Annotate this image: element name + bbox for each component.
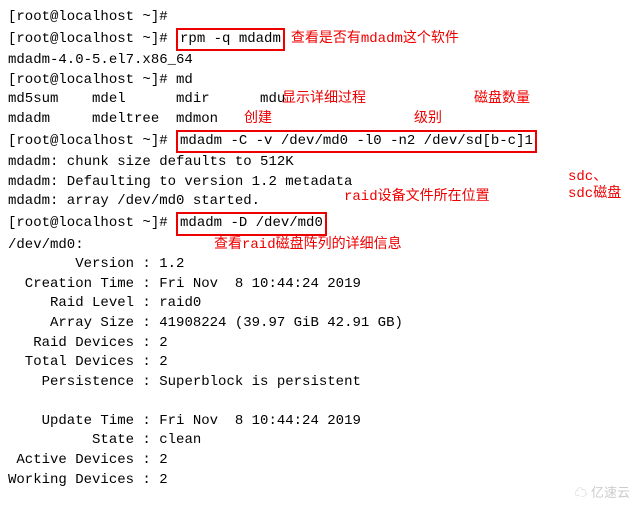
mdadm-output-version: mdadm: Defaulting to version 1.2 metadat… — [8, 174, 352, 190]
boxed-command-rpm: rpm -q mdadm — [176, 28, 285, 52]
terminal-output: md5sum mdel mdir mdu显示详细过程 磁盘数量 — [8, 90, 630, 110]
terminal-output: mdadm: array /dev/md0 started.raid设备文件所在… — [8, 192, 630, 212]
annotation-raid-location: raid设备文件所在位置 — [344, 188, 490, 208]
detail-value: 2 — [159, 472, 167, 488]
detail-label: Update Time : — [8, 413, 159, 429]
terminal-line: [root@localhost ~]# mdadm -D /dev/md0 — [8, 212, 630, 236]
terminal-line: [root@localhost ~]# rpm -q mdadm 查看是否有mda… — [8, 28, 630, 52]
prompt: [root@localhost ~]# — [8, 215, 176, 231]
detail-label: Total Devices : — [8, 354, 159, 370]
annotation-verbose: 显示详细过程 — [282, 90, 366, 110]
detail-value: 2 — [159, 335, 167, 351]
terminal-output: mdadm mdeltree mdmon 创建 级别 — [8, 110, 630, 130]
detail-row-update-time: Update Time : Fri Nov 8 10:44:24 2019 — [8, 412, 630, 432]
detail-value: 2 — [159, 354, 167, 370]
detail-label: Creation Time : — [8, 276, 159, 292]
detail-row-array-size: Array Size : 41908224 (39.97 GiB 42.91 G… — [8, 314, 630, 334]
detail-label: Persistence : — [8, 374, 159, 390]
annotation-view-detail: 查看raid磁盘阵列的详细信息 — [214, 236, 402, 256]
mdadm-d-header: /dev/md0: — [8, 237, 84, 253]
cloud-icon: ☁ — [574, 485, 587, 500]
terminal-output: mdadm: chunk size defaults to 512K — [8, 153, 630, 173]
detail-label: Working Devices : — [8, 472, 159, 488]
terminal-output: /dev/md0: 查看raid磁盘阵列的详细信息 — [8, 236, 630, 256]
prompt: [root@localhost ~]# — [8, 31, 176, 47]
detail-value: Fri Nov 8 10:44:24 2019 — [159, 413, 361, 429]
detail-value: Fri Nov 8 10:44:24 2019 — [159, 276, 361, 292]
boxed-command-mdadm-create: mdadm -C -v /dev/md0 -l0 -n2 /dev/sd[b-c… — [176, 130, 537, 154]
terminal-output: mdadm: Defaulting to version 1.2 metadat… — [8, 173, 630, 193]
mdadm-output-chunk: mdadm: chunk size defaults to 512K — [8, 154, 294, 170]
detail-row-version: Version : 1.2 — [8, 255, 630, 275]
detail-row-creation-time: Creation Time : Fri Nov 8 10:44:24 2019 — [8, 275, 630, 295]
annotation-disk-count: 磁盘数量 — [474, 90, 530, 110]
md-completion-1: md5sum mdel mdir mdu — [8, 91, 285, 107]
detail-value: 2 — [159, 452, 167, 468]
terminal-output: mdadm-4.0-5.el7.x86_64 — [8, 51, 630, 71]
blank-line — [8, 392, 630, 412]
detail-value: Superblock is persistent — [159, 374, 361, 390]
mdadm-output-started: mdadm: array /dev/md0 started. — [8, 193, 260, 209]
detail-row-active-devices: Active Devices : 2 — [8, 451, 630, 471]
annotation-create: 创建 — [244, 110, 272, 130]
watermark-text: 亿速云 — [591, 485, 630, 500]
prompt: [root@localhost ~]# — [8, 133, 176, 149]
detail-label: Raid Level : — [8, 295, 159, 311]
prompt-md: [root@localhost ~]# md — [8, 72, 193, 88]
rpm-output: mdadm-4.0-5.el7.x86_64 — [8, 52, 193, 68]
detail-value: raid0 — [159, 295, 201, 311]
boxed-command-mdadm-detail: mdadm -D /dev/md0 — [176, 212, 327, 236]
annotation-check-software: 查看是否有mdadm这个软件 — [291, 30, 459, 50]
detail-value: clean — [159, 432, 201, 448]
watermark: ☁ 亿速云 — [574, 484, 630, 502]
terminal-line: [root@localhost ~]# mdadm -C -v /dev/md0… — [8, 130, 630, 154]
detail-value: 41908224 (39.97 GiB 42.91 GB) — [159, 315, 403, 331]
detail-row-state: State : clean — [8, 431, 630, 451]
terminal-line: [root@localhost ~]# md — [8, 71, 630, 91]
prompt: [root@localhost ~]# — [8, 9, 168, 25]
detail-label: State : — [8, 432, 159, 448]
detail-label: Array Size : — [8, 315, 159, 331]
detail-row-working-devices: Working Devices : 2 — [8, 471, 630, 491]
annotation-level: 级别 — [414, 110, 442, 130]
detail-row-total-devices: Total Devices : 2 — [8, 353, 630, 373]
detail-row-raid-level: Raid Level : raid0 — [8, 294, 630, 314]
detail-label: Active Devices : — [8, 452, 159, 468]
detail-label: Version : — [8, 256, 159, 272]
detail-label: Raid Devices : — [8, 335, 159, 351]
detail-row-persistence: Persistence : Superblock is persistent — [8, 373, 630, 393]
detail-row-raid-devices: Raid Devices : 2 — [8, 334, 630, 354]
terminal-line: [root@localhost ~]# — [8, 8, 630, 28]
md-completion-2: mdadm mdeltree mdmon — [8, 111, 218, 127]
detail-value: 1.2 — [159, 256, 184, 272]
